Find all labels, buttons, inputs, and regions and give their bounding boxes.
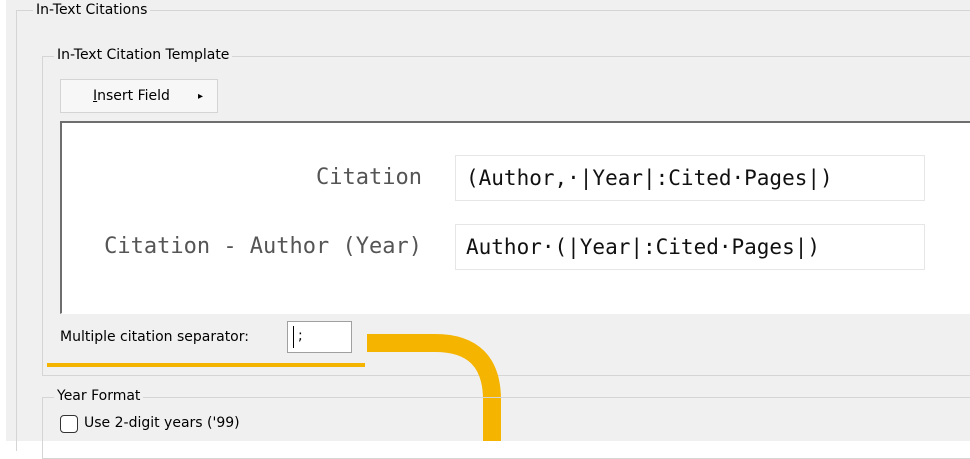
two-digit-years-label[interactable]: Use 2-digit years ('99): [84, 415, 240, 431]
highlight-callout-arrow: [367, 334, 501, 441]
year-format-title: Year Format: [54, 388, 144, 404]
two-digit-years-checkbox[interactable]: [60, 415, 78, 433]
